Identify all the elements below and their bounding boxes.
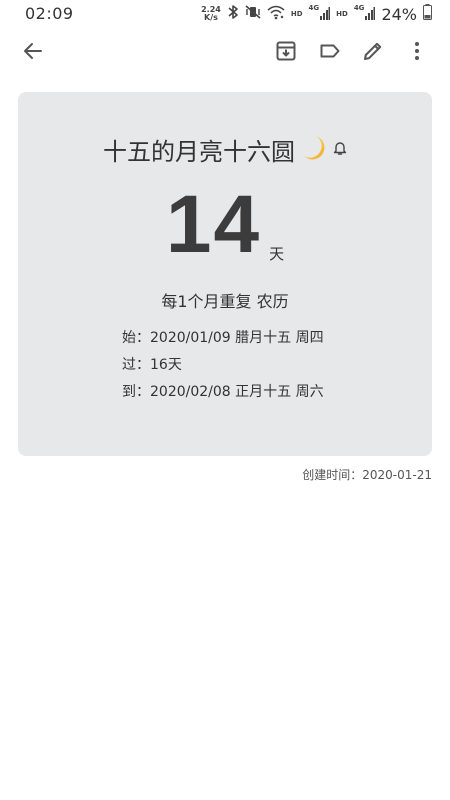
bluetooth-icon: [227, 4, 239, 24]
label-icon: [320, 44, 340, 58]
signal-bars-icon: [320, 5, 331, 24]
days-unit: 天: [269, 245, 285, 263]
vibrate-mute-icon: [245, 4, 261, 24]
status-bar: 02:09 2.24 K/s HD 4G HD 4G 24%: [0, 0, 450, 28]
moon-icon: [301, 134, 327, 166]
battery-icon: [423, 4, 432, 24]
created-time: 创建时间：2020-01-21: [302, 468, 432, 482]
card-title-row: 十五的月亮十六圆: [18, 132, 432, 167]
hd-label-1: HD: [290, 10, 303, 18]
status-time: 02:09: [25, 4, 74, 23]
back-arrow-icon: [24, 43, 42, 59]
battery-percent: 24%: [381, 4, 417, 24]
back-button[interactable]: [19, 37, 47, 65]
hd-label-2: HD: [336, 10, 348, 18]
more-options-button[interactable]: [403, 37, 431, 65]
days-count: 14: [165, 179, 262, 270]
signal-bars-icon: [365, 5, 376, 24]
elapsed-days: 过：16天: [122, 357, 182, 373]
signal-1: 4G: [308, 3, 331, 24]
start-date: 始：2020/01/09 腊月十五 周四: [122, 330, 324, 346]
label-button[interactable]: [316, 37, 344, 65]
signal-1-label: 4G: [308, 3, 320, 12]
toolbar: [0, 28, 450, 74]
signal-2: 4G: [353, 3, 376, 24]
repeat-info: 每1个月重复 农历: [161, 292, 289, 311]
network-speed-unit: K/s: [204, 13, 218, 22]
edit-icon: [364, 42, 382, 60]
more-vert-icon: [415, 42, 419, 60]
archive-icon: [276, 41, 296, 61]
event-card[interactable]: 十五的月亮十六圆 14 天 每1个月重复 农历 始：2020/01/09 腊月十…: [18, 92, 432, 456]
wifi-icon: [267, 4, 285, 24]
event-title: 十五的月亮十六圆: [103, 138, 295, 166]
edit-button[interactable]: [359, 37, 387, 65]
status-icons: 2.24 K/s HD 4G HD 4G 24%: [201, 3, 432, 25]
network-speed: 2.24 K/s: [201, 6, 221, 22]
archive-button[interactable]: [272, 37, 300, 65]
days-row: 14 天: [18, 184, 432, 266]
bell-icon: [333, 140, 347, 160]
event-details: 始：2020/01/09 腊月十五 周四 过：16天 到：2020/02/08 …: [122, 328, 324, 409]
end-date: 到：2020/02/08 正月十五 周六: [122, 384, 324, 400]
signal-2-label: 4G: [353, 3, 365, 12]
